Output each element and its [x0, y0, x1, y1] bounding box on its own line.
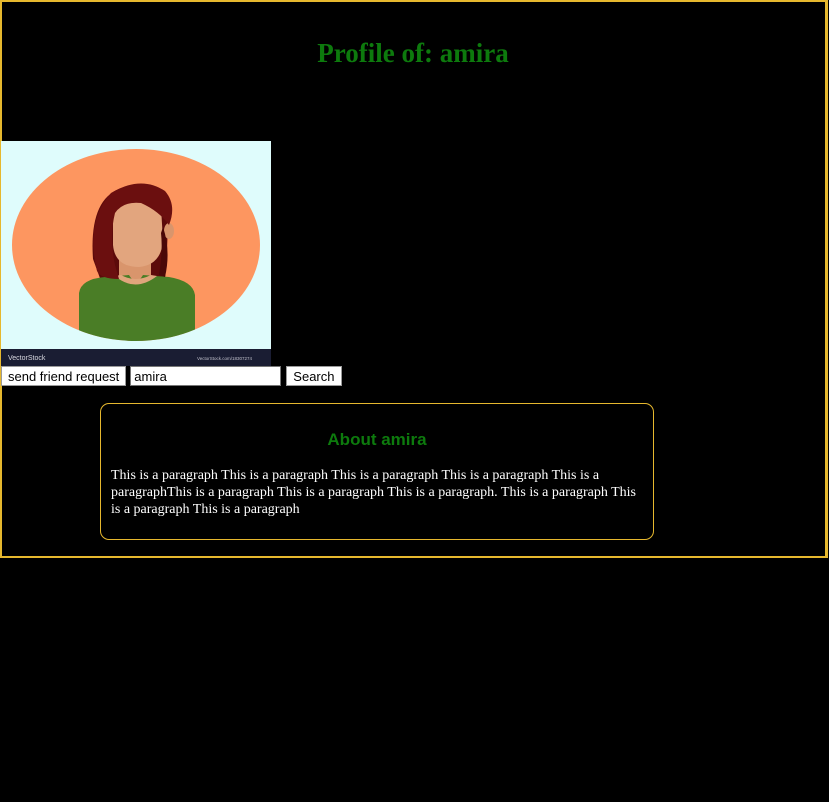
send-friend-request-button[interactable]: send friend request [1, 366, 127, 386]
search-input[interactable] [130, 366, 282, 386]
action-bar: send friend request Search [1, 366, 342, 386]
watermark-left: VectorStock [8, 355, 46, 362]
page-title: Profile of: amira [317, 38, 509, 68]
about-paragraph: This is a paragraph This is a paragraph … [111, 468, 636, 517]
watermark-right: VectorStock.com/18307274 [197, 356, 253, 361]
profile-avatar: VectorStock VectorStock.com/18307274 [1, 141, 271, 366]
about-title: About amira [327, 430, 427, 449]
female-avatar-icon: VectorStock VectorStock.com/18307274 [1, 141, 271, 366]
search-button[interactable]: Search [286, 366, 342, 386]
about-card: About amira This is a paragraph This is … [100, 403, 654, 540]
